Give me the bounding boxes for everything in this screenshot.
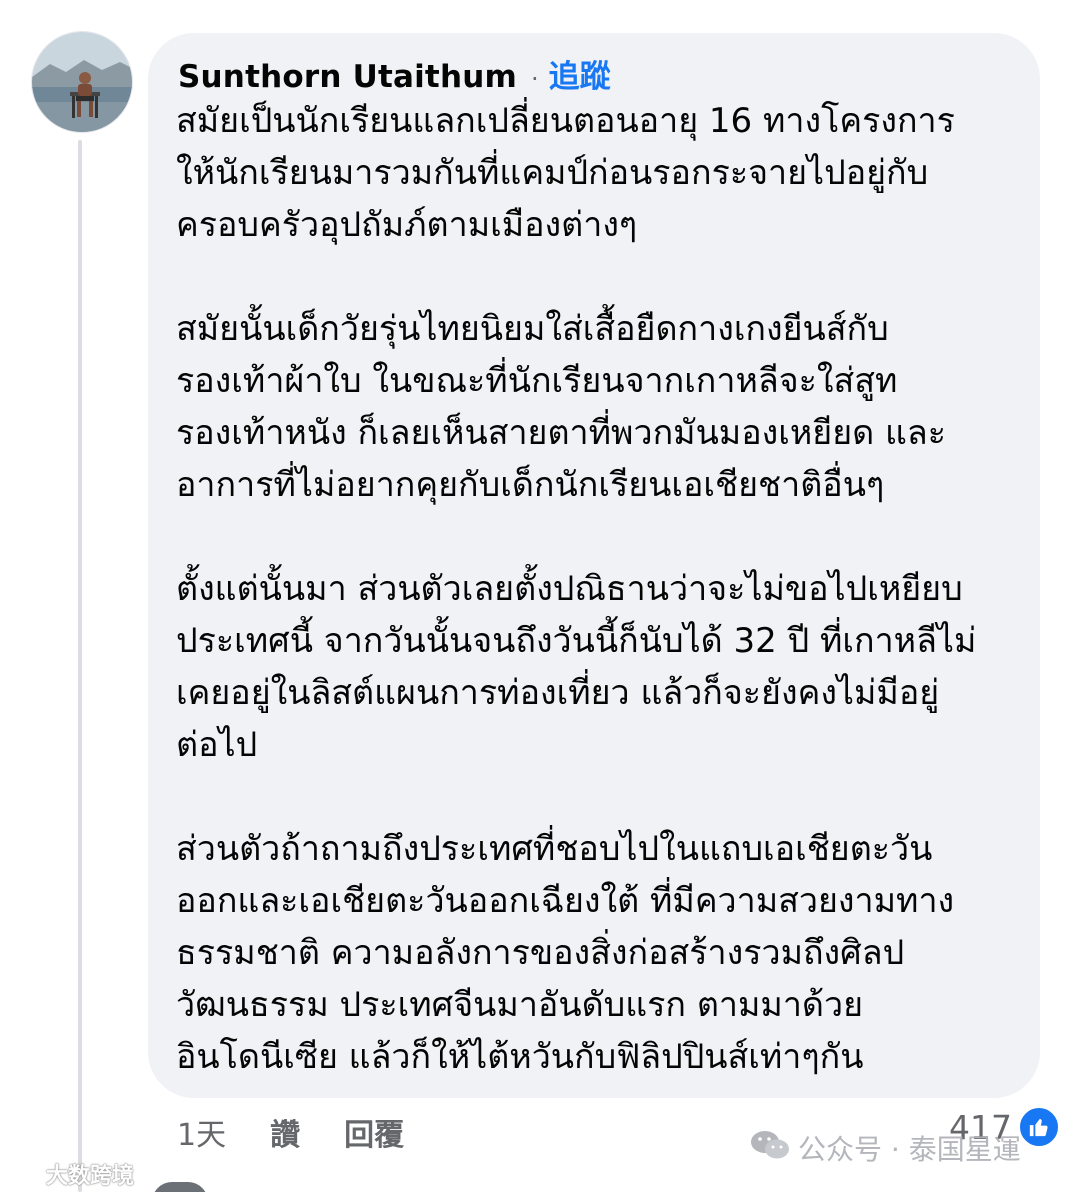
watermark-left-text: 大数跨境 bbox=[46, 1164, 135, 1189]
comment-line: รองเท้าหนัง ก็เลยเห็นสายตาที่พวกมันมองเห… bbox=[176, 413, 947, 453]
comment-header: Sunthorn Utaithum · 追蹤 bbox=[178, 51, 611, 96]
watermark-right: 公众号 · 泰国星運 bbox=[750, 1128, 1021, 1168]
comment-bubble: Sunthorn Utaithum · 追蹤 สมัยเป็นนักเรียนแ… bbox=[148, 33, 1040, 1098]
comment-line: ครอบครัวอุปถัมภ์ตามเมืองต่างๆ bbox=[176, 205, 638, 245]
watermark-text: 公众号 · 泰国星運 bbox=[798, 1133, 1021, 1166]
comment-line: อาการที่ไม่อยากคุยกับเด็กนักเรียนเอเชียช… bbox=[176, 465, 885, 505]
comment-thread: Sunthorn Utaithum · 追蹤 สมัยเป็นนักเรียนแ… bbox=[0, 0, 1080, 1192]
comment-line: ออกและเอเชียตะวันออกเฉียงใต้ ที่มีความสว… bbox=[176, 881, 955, 921]
comment-line: ประเทศนี้ จากวันนั้นจนถึงวันนี้ก็นับได้ … bbox=[176, 621, 977, 661]
comment-paragraph: สมัยเป็นนักเรียนแลกเปลี่ยนตอนอายุ 16 ทาง… bbox=[176, 95, 1026, 251]
comment-line: ส่วนตัวถ้าถามถึงประเทศที่ชอบไปในแถบเอเชี… bbox=[176, 829, 933, 869]
comment-line: ต่อไป bbox=[176, 725, 258, 765]
comment-paragraph: ส่วนตัวถ้าถามถึงประเทศที่ชอบไปในแถบเอเชี… bbox=[176, 823, 1026, 1083]
comment-line: ธรรมชาติ ความอลังการของสิ่งก่อสร้างรวมถึ… bbox=[176, 933, 905, 973]
like-button[interactable]: 讚 bbox=[270, 1110, 300, 1154]
thread-line bbox=[78, 140, 82, 1192]
comment-line: ตั้งแต่นั้นมา ส่วนตัวเลยตั้งปณิธานว่าจะไ… bbox=[176, 569, 963, 609]
comment-timestamp[interactable]: 1天 bbox=[177, 1110, 226, 1154]
comment-line: เคยอยู่ในลิสต์แผนการท่องเที่ยว แล้วก็จะย… bbox=[176, 673, 940, 713]
author-name[interactable]: Sunthorn Utaithum bbox=[178, 59, 517, 95]
next-comment-avatar[interactable] bbox=[152, 1182, 208, 1192]
comment-body: สมัยเป็นนักเรียนแลกเปลี่ยนตอนอายุ 16 ทาง… bbox=[176, 95, 1026, 1135]
comment-line: อินโดนีเซีย แล้วก็ให้ไต้หวันกับฟิลิปปินส… bbox=[176, 1037, 864, 1077]
watermark-left: 大数跨境 bbox=[8, 1158, 134, 1190]
comment-line: สมัยเป็นนักเรียนแลกเปลี่ยนตอนอายุ 16 ทาง… bbox=[176, 101, 955, 141]
wechat-icon bbox=[750, 1129, 790, 1168]
comment-line: รองเท้าผ้าใบ ในขณะที่นักเรียนจากเกาหลีจะ… bbox=[176, 361, 898, 401]
avatar[interactable] bbox=[31, 31, 133, 133]
separator-dot: · bbox=[531, 65, 539, 93]
comment-paragraph: สมัยนั้นเด็กวัยรุ่นไทยนิยมใส่เสื้อยืดกาง… bbox=[176, 303, 1026, 511]
comment-line: วัฒนธรรม ประเทศจีนมาอันดับแรก ตามมาด้วย bbox=[176, 985, 864, 1025]
reply-button[interactable]: 回覆 bbox=[344, 1110, 404, 1154]
follow-button[interactable]: 追蹤 bbox=[549, 51, 611, 96]
comment-line: ให้นักเรียนมารวมกันที่แคมป์ก่อนรอกระจายไ… bbox=[176, 153, 929, 193]
infinity-icon bbox=[8, 1161, 42, 1187]
comment-actions: 1天 讚 回覆 bbox=[177, 1108, 448, 1156]
thumbs-up-icon bbox=[1018, 1106, 1060, 1148]
comment-paragraph: ตั้งแต่นั้นมา ส่วนตัวเลยตั้งปณิธานว่าจะไ… bbox=[176, 563, 1026, 771]
comment-line: สมัยนั้นเด็กวัยรุ่นไทยนิยมใส่เสื้อยืดกาง… bbox=[176, 309, 889, 349]
